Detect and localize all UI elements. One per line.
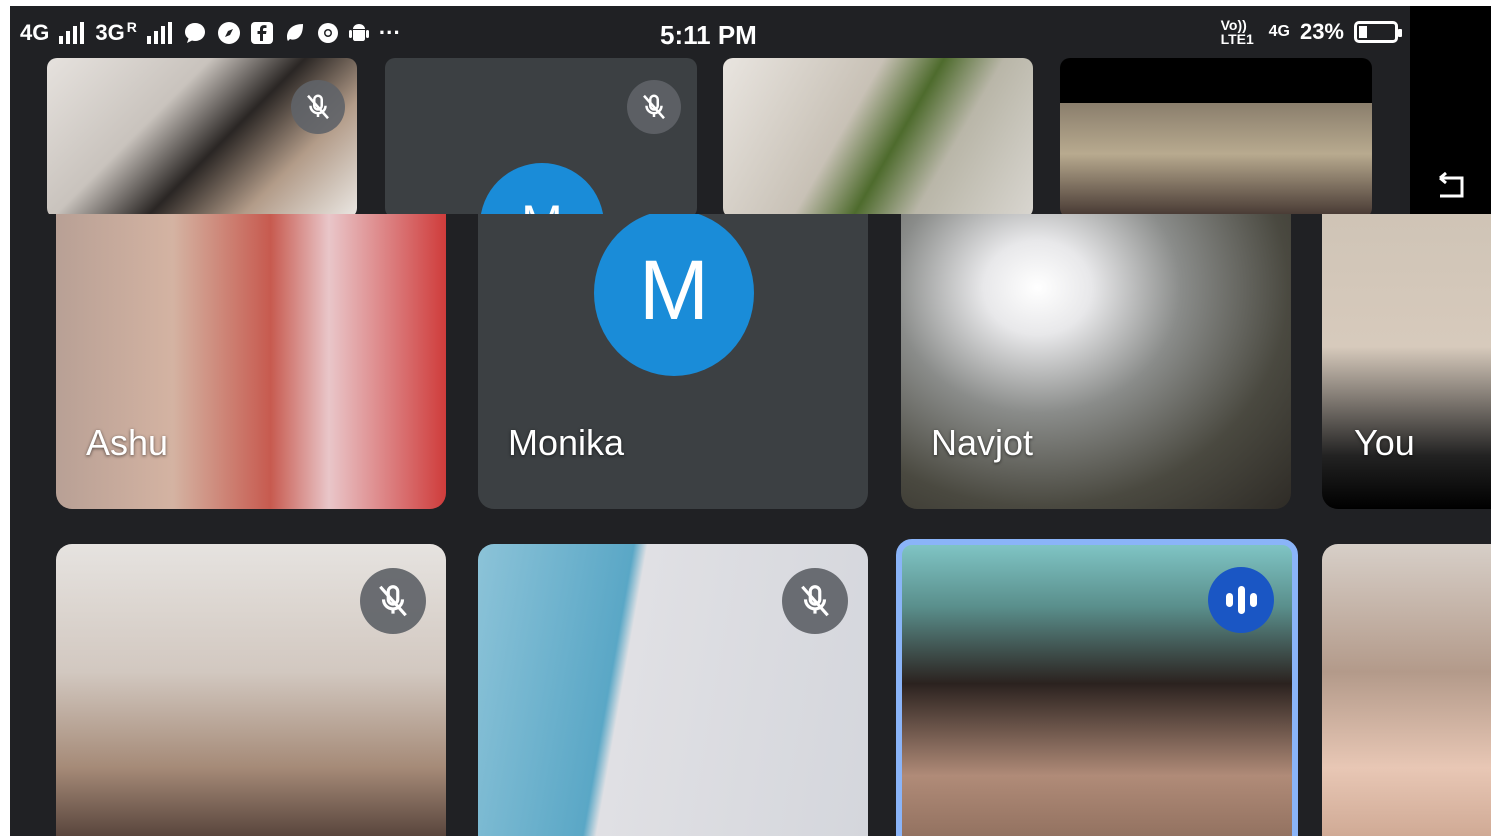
participant-tile-monika[interactable]: M Monika xyxy=(478,214,868,509)
avatar: M xyxy=(594,214,754,376)
participant-tile-ashu[interactable]: Ashu xyxy=(56,214,446,509)
phone-screenshot-top: 4G 3G R ··· 5:11 PM Vo)) LTE1 4G 23% xyxy=(10,6,1410,214)
participant-tile[interactable] xyxy=(56,544,446,836)
participant-name: Ashu xyxy=(86,422,169,463)
status-right: Vo)) LTE1 4G 23% xyxy=(1220,17,1402,47)
status-time: 5:11 PM xyxy=(660,20,757,50)
signal-icon xyxy=(59,22,85,44)
top-tile-4[interactable] xyxy=(1060,58,1372,214)
speaking-indicator-icon xyxy=(1208,567,1274,633)
network-4g-label: 4G xyxy=(20,20,50,45)
participant-tile[interactable] xyxy=(1322,544,1491,836)
leaf-icon xyxy=(286,24,303,41)
facebook-icon xyxy=(250,22,273,44)
network-right-label: 4G xyxy=(1268,23,1290,40)
network-3g-label: 3G xyxy=(95,20,125,45)
participant-tile[interactable] xyxy=(478,544,868,836)
status-left: 4G 3G R ··· xyxy=(20,19,401,46)
participant-tile-you[interactable]: You xyxy=(1322,214,1491,509)
participant-name: Monika xyxy=(508,422,625,463)
participant-name: You xyxy=(1354,422,1415,463)
back-icon[interactable] xyxy=(1436,170,1470,204)
participant-tile-navjot[interactable]: Navjot xyxy=(901,214,1291,509)
mic-off-icon xyxy=(627,80,681,134)
signal-icon-2 xyxy=(146,22,172,44)
android-icon xyxy=(348,24,369,41)
mic-off-icon xyxy=(782,568,848,634)
roaming-label: R xyxy=(126,19,137,35)
mic-off-icon xyxy=(291,80,345,134)
top-tile-2[interactable]: M xyxy=(385,58,697,214)
participant-name: Navjot xyxy=(931,422,1034,463)
chat-bubble-icon xyxy=(184,23,205,43)
top-tile-3[interactable] xyxy=(723,58,1033,214)
overflow-indicator: ··· xyxy=(378,20,401,45)
status-bar: 4G 3G R ··· 5:11 PM Vo)) LTE1 4G 23% xyxy=(10,6,1410,58)
compass-icon xyxy=(217,22,240,44)
mic-off-icon xyxy=(360,568,426,634)
top-tile-1[interactable] xyxy=(47,58,357,214)
volte-label: Vo)) LTE1 xyxy=(1220,17,1254,47)
participant-tile-active-speaker[interactable] xyxy=(896,539,1298,836)
meet-grid: Ashu M Monika Navjot You xyxy=(10,214,1491,836)
avatar: M xyxy=(480,163,604,214)
chrome-icon xyxy=(317,23,338,43)
battery-icon xyxy=(1354,21,1402,43)
battery-percent: 23% xyxy=(1299,19,1344,44)
